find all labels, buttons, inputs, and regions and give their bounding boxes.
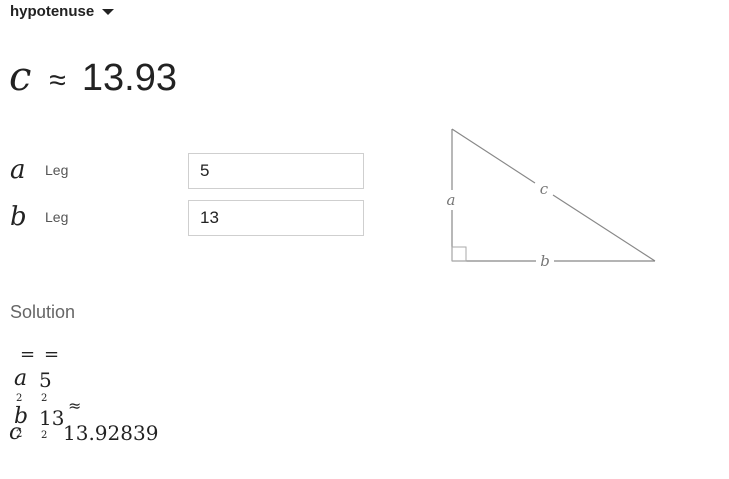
- side-c-line-bottom: [552, 194, 656, 262]
- side-a-label: a: [447, 191, 456, 209]
- input-symbol-a: a: [10, 155, 26, 185]
- triangle-diagram: a b c: [447, 128, 656, 270]
- selector-label: hypotenuse: [10, 3, 95, 20]
- solution-b-value: 13: [39, 406, 65, 430]
- solution-a-value-exponent: 2: [41, 393, 48, 404]
- formula-selector[interactable]: hypotenuse: [10, 3, 115, 20]
- input-symbol-b: b: [10, 202, 27, 232]
- solution-b-value-exponent: 2: [41, 430, 48, 441]
- solution-a-symbol: a: [14, 366, 28, 391]
- input-row-a: a Leg: [10, 155, 68, 185]
- input-label-a: Leg: [45, 162, 69, 178]
- side-c-label: c: [540, 180, 549, 198]
- solution-equals-1: =: [20, 344, 36, 365]
- solution-a-value: 5: [39, 368, 52, 392]
- leg-a-input[interactable]: [188, 153, 364, 189]
- side-b-label: b: [540, 252, 550, 270]
- result-value: 13.93: [81, 57, 177, 99]
- input-label-b: Leg: [45, 209, 69, 225]
- result-variable: c: [9, 54, 32, 100]
- solution-c-exponent: 2: [16, 429, 23, 440]
- caret-down-icon: [102, 8, 115, 15]
- input-row-b: b Leg: [10, 202, 68, 232]
- leg-b-input[interactable]: [188, 200, 364, 236]
- result-display: c ≈ 13.93: [9, 54, 177, 100]
- approx-symbol: ≈: [49, 64, 66, 97]
- side-c-line-top: [451, 128, 536, 184]
- solution-c-value: 13.92839: [63, 421, 159, 445]
- right-angle-marker: [451, 246, 467, 262]
- solution-title: Solution: [10, 302, 76, 322]
- solution-equals-2: =: [44, 344, 60, 365]
- solution-a-exponent: 2: [16, 393, 23, 404]
- solution-approx: ≈: [68, 396, 82, 415]
